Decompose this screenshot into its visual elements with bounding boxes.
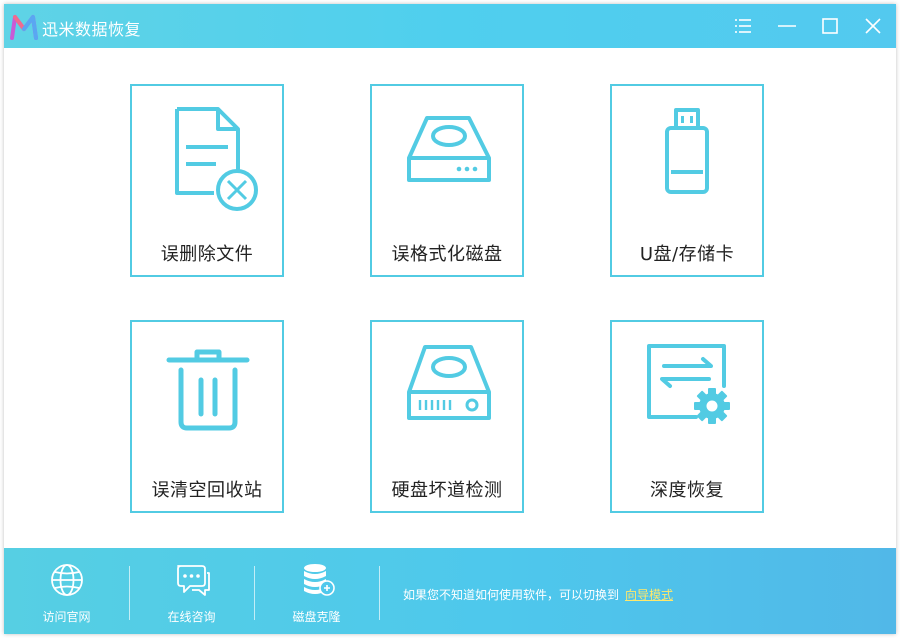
recovery-modes: 误删除文件 误格式化磁盘 U盘/存储卡 误清空回收站 硬盘坏道检测 深度恢复: [4, 48, 896, 548]
hard-drive-icon: [407, 116, 491, 182]
drive-scan-icon: [407, 345, 491, 420]
usb-drive-icon: [665, 108, 709, 194]
tile-label: 硬盘坏道检测: [391, 480, 503, 501]
online-consult-button[interactable]: 在线咨询: [129, 548, 254, 634]
deleted-file-icon: [175, 107, 258, 211]
tile-usb-card[interactable]: U盘/存储卡: [610, 84, 764, 277]
tile-formatted-disk[interactable]: 误格式化磁盘: [370, 84, 524, 277]
tile-label: 误删除文件: [160, 244, 254, 265]
tile-deleted-files[interactable]: 误删除文件: [130, 84, 284, 277]
title-bar[interactable]: 迅米数据恢复: [4, 4, 896, 48]
trash-bin-icon: [166, 349, 250, 431]
footer-label: 磁盘克隆: [292, 610, 341, 624]
chat-icon: [177, 565, 210, 596]
app-window: 迅米数据恢复 误删除文件 误格式化磁盘 U盘/存储卡 误清空回收站 硬盘坏道检测…: [4, 4, 896, 634]
app-title: 迅米数据恢复: [42, 20, 142, 39]
visit-website-button[interactable]: 访问官网: [4, 548, 129, 634]
minimize-button[interactable]: [771, 10, 803, 42]
database-clone-icon: [304, 564, 335, 596]
close-button[interactable]: [857, 10, 889, 42]
guide-mode-link[interactable]: 向导模式: [625, 588, 673, 602]
disk-clone-button[interactable]: 磁盘克隆: [254, 548, 379, 634]
guide-hint-text: 如果您不知道如何使用软件，可以切换到: [403, 588, 620, 602]
app-logo-icon: [10, 15, 38, 40]
maximize-button[interactable]: [814, 10, 846, 42]
tile-label: 误格式化磁盘: [391, 244, 503, 265]
tile-bad-sector-check[interactable]: 硬盘坏道检测: [370, 320, 524, 513]
maximize-icon: [822, 18, 838, 34]
tile-label: U盘/存储卡: [639, 244, 735, 265]
footer-label: 在线咨询: [167, 610, 216, 624]
guide-hint: 如果您不知道如何使用软件，可以切换到 向导模式: [403, 586, 673, 603]
minimize-icon: [778, 25, 796, 27]
tile-deep-recovery[interactable]: 深度恢复: [610, 320, 764, 513]
deep-recovery-icon: [647, 344, 730, 424]
close-icon: [865, 18, 881, 34]
footer-bar: 访问官网 在线咨询 磁盘克隆 如果您不知道如何使用软件，可以切换到 向导模式: [4, 548, 896, 634]
tile-label: 误清空回收站: [151, 480, 263, 501]
tile-label: 深度恢复: [650, 480, 724, 501]
tile-recycle-bin[interactable]: 误清空回收站: [130, 320, 284, 513]
menu-icon: [735, 19, 751, 33]
footer-divider: [379, 566, 380, 620]
footer-label: 访问官网: [42, 610, 91, 624]
globe-icon: [51, 564, 83, 596]
menu-button[interactable]: [727, 10, 759, 42]
